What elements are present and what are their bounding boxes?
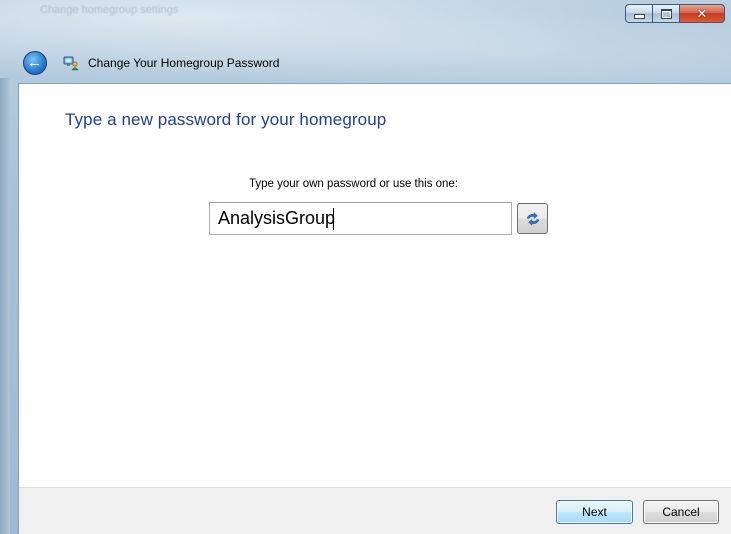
command-bar: Next Cancel [19, 487, 731, 534]
maximize-icon [660, 8, 672, 19]
maximize-button[interactable] [652, 4, 679, 23]
window-left-edge [0, 78, 10, 534]
close-icon: ✕ [696, 5, 708, 21]
close-button[interactable]: ✕ [679, 4, 725, 23]
next-button[interactable]: Next [556, 500, 633, 524]
password-instruction: Type your own password or use this one: [249, 178, 459, 190]
minimize-button[interactable] [625, 4, 652, 23]
password-input[interactable] [209, 202, 512, 235]
page-heading: Type a new password for your homegroup [65, 110, 387, 129]
dialog-content: Type a new password for your homegroup T… [18, 83, 731, 534]
back-button[interactable]: ← [23, 51, 47, 75]
homegroup-icon [63, 56, 79, 71]
back-arrow-icon: ← [27, 54, 42, 71]
text-caret [333, 208, 334, 230]
window-title: Change Your Homegroup Password [88, 56, 280, 70]
window: Change homegroup settings ✕ ← Change You… [0, 0, 731, 534]
refresh-arrows-icon [526, 211, 539, 226]
background-window-title: Change homegroup settings [40, 4, 179, 16]
generate-password-button[interactable] [517, 203, 548, 234]
cancel-button[interactable]: Cancel [643, 500, 719, 524]
caption-buttons: ✕ [625, 4, 725, 25]
minimize-icon [633, 14, 645, 19]
